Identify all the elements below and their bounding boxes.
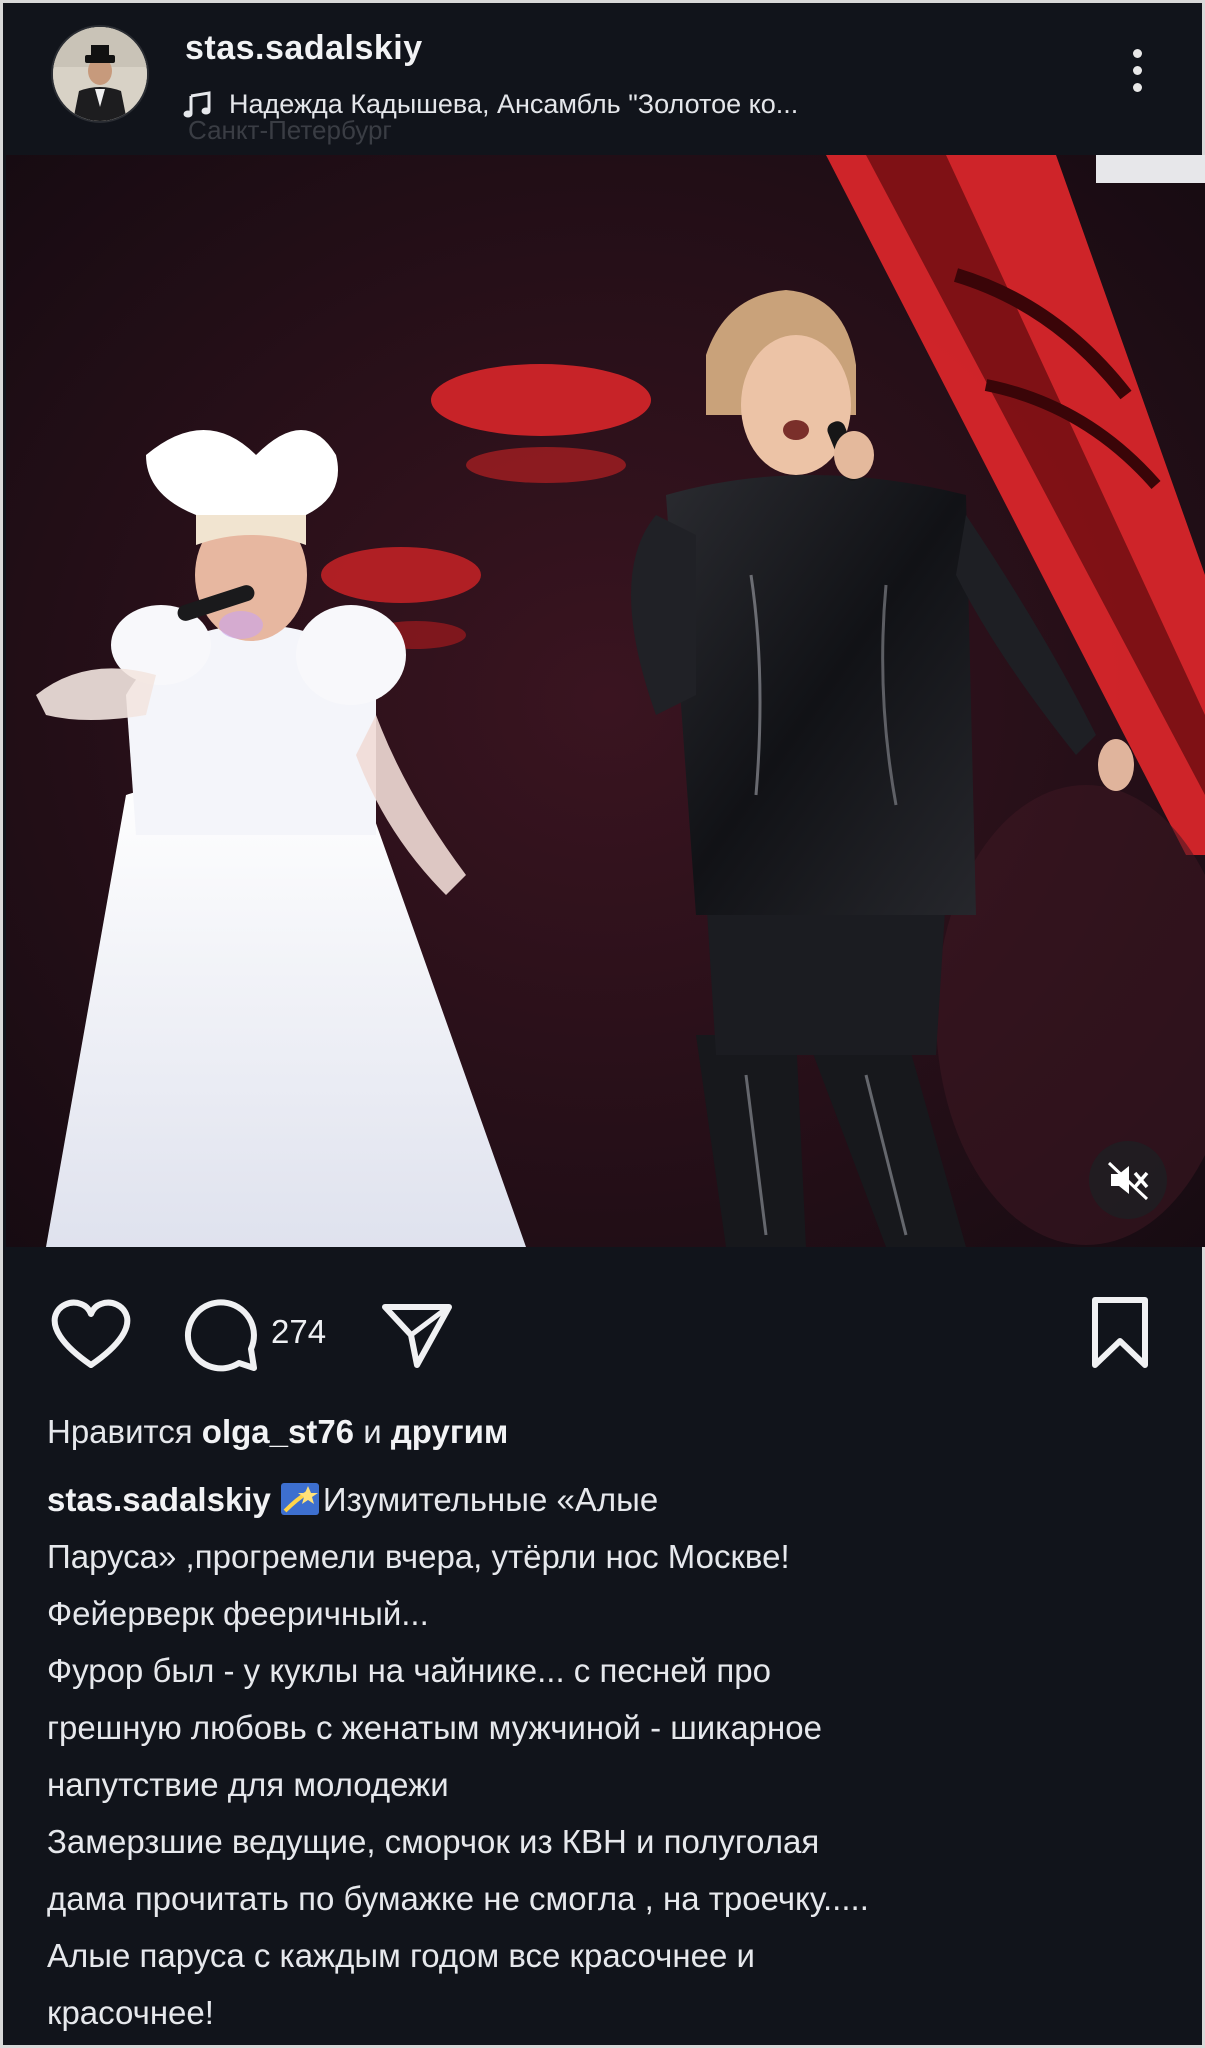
music-note-icon <box>183 90 211 117</box>
likes-line: Нравится olga_st76 и другим <box>47 1413 508 1451</box>
heart-icon[interactable] <box>49 1297 133 1371</box>
caption-line-8: дама прочитать по бумажке не смогла , на… <box>47 1880 869 1917</box>
likes-user[interactable]: olga_st76 <box>202 1413 354 1450</box>
comment-icon[interactable] <box>181 1297 261 1375</box>
username[interactable]: stas.sadalskiy <box>185 29 423 68</box>
music-row[interactable]: Надежда Кадышева, Ансамбль "Золотое ко..… <box>183 89 798 120</box>
comment-count: 274 <box>271 1313 327 1350</box>
caption-line-5: грешную любовь с женатым мужчиной - шика… <box>47 1709 822 1746</box>
paper-plane-icon[interactable] <box>381 1299 453 1371</box>
caption-username[interactable]: stas.sadalskiy <box>47 1481 271 1518</box>
likes-mid: и <box>354 1413 391 1450</box>
caption-text-1: Изумительные «Алые <box>322 1481 659 1518</box>
mute-button[interactable] <box>1089 1141 1167 1219</box>
caption-line-2: Паруса» ,прогремели вчера, утёрли нос Мо… <box>47 1538 790 1575</box>
shooting-star-emoji <box>280 1483 319 1515</box>
post-header: stas.sadalskiy Санкт-Петербург Надежда К… <box>3 3 1202 155</box>
caption-line-10: красочнее! <box>47 1994 214 2031</box>
more-options-icon[interactable] <box>1129 49 1145 105</box>
likes-prefix: Нравится <box>47 1413 202 1450</box>
likes-others[interactable]: другим <box>391 1413 508 1450</box>
caption-line-6: напутствие для молодежи <box>47 1766 449 1803</box>
caption-line-1: stas.sadalskiy Изумительные «Алые <box>47 1471 1167 1528</box>
caption-line-7: Замерзшие ведущие, сморчок из КВН и полу… <box>47 1823 820 1860</box>
caption-line-9: Алые паруса с каждым годом все красочнее… <box>47 1937 755 1974</box>
stage-photo <box>6 155 1205 1247</box>
bookmark-icon[interactable] <box>1089 1295 1151 1371</box>
post-media[interactable] <box>6 155 1205 1247</box>
caption-line-3: Фейерверк фееричный... <box>47 1595 429 1632</box>
post-caption: stas.sadalskiy Изумительные «Алые Паруса… <box>47 1471 1167 2041</box>
caption-line-4: Фурор был - у куклы на чайнике... с песн… <box>47 1652 771 1689</box>
avatar[interactable] <box>51 25 149 123</box>
avatar-image <box>53 27 147 121</box>
speaker-muted-icon <box>1107 1161 1149 1201</box>
music-label: Надежда Кадышева, Ансамбль "Золотое ко..… <box>229 89 799 119</box>
post-frame: stas.sadalskiy Санкт-Петербург Надежда К… <box>0 0 1205 2048</box>
